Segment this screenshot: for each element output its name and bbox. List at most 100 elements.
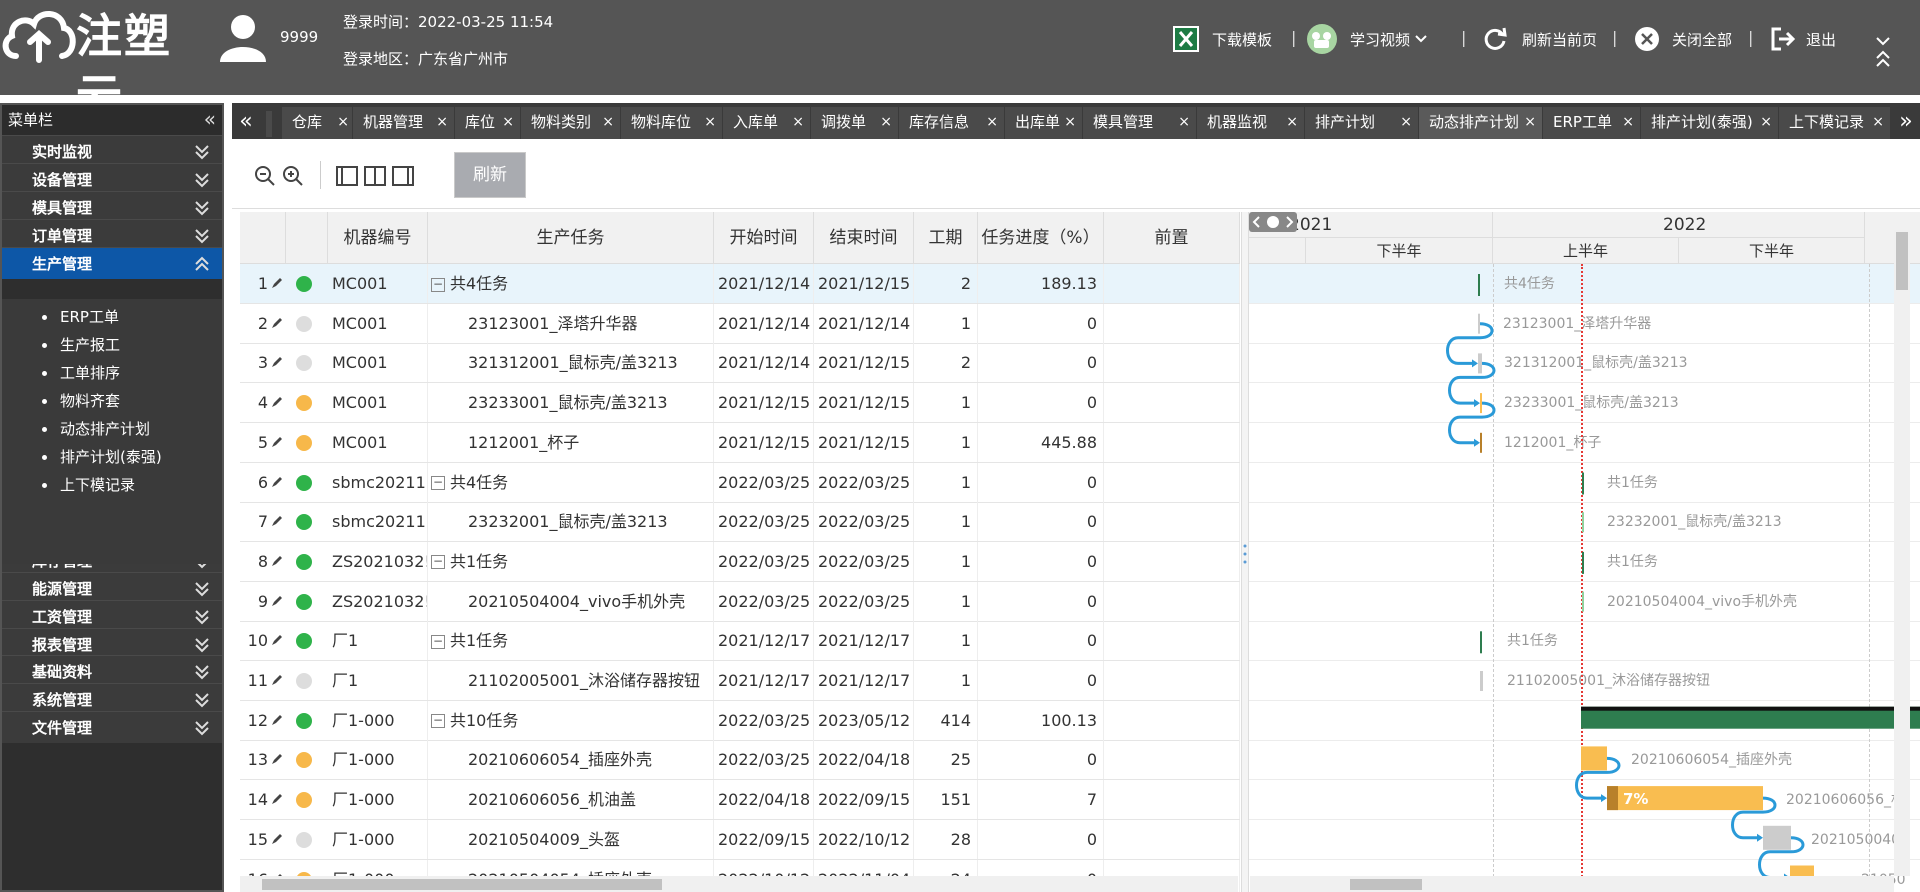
gantt-task-bar[interactable] (1763, 825, 1791, 850)
submenu-item[interactable]: 生产报工 (60, 335, 120, 355)
column-header[interactable]: 机器编号 (328, 212, 428, 264)
tab-close-icon[interactable]: × (792, 107, 804, 137)
vertical-scroll-thumb[interactable] (1896, 232, 1908, 290)
submenu-item[interactable]: 物料齐套 (60, 391, 120, 411)
tab[interactable]: 入库单 × (722, 107, 810, 139)
table-row[interactable]: 4 MC001 23233001_鼠标壳/盖3213 2021/12/15 2021/1… (240, 383, 1240, 424)
edit-pencil-icon[interactable] (270, 713, 284, 727)
table-row[interactable]: 6 sbmc20211(− 共4任务 2022/03/25 2022/03/25 1 0 (240, 462, 1240, 503)
collapse-toggle-icon[interactable]: − (431, 476, 445, 490)
edit-pencil-icon[interactable] (270, 752, 284, 766)
tab-close-icon[interactable]: × (502, 107, 514, 137)
gantt-group-bar[interactable] (1582, 472, 1584, 495)
edit-pencil-icon[interactable] (270, 633, 284, 647)
edit-pencil-icon[interactable] (270, 554, 284, 568)
collapse-toggle-icon[interactable]: − (431, 634, 445, 649)
collapse-toggle-icon[interactable]: − (431, 277, 445, 292)
tab[interactable]: 调拨单 × (810, 107, 898, 139)
gantt-scroll-thumb[interactable] (1350, 879, 1422, 890)
gantt-task-bar[interactable] (1480, 393, 1482, 414)
download-template-button[interactable]: 下载模板 (1172, 24, 1272, 54)
tab[interactable]: 排产计划 × (1304, 107, 1418, 139)
column-header[interactable]: 结束时间 (814, 212, 914, 264)
gantt-group-bar[interactable] (1582, 551, 1584, 574)
tab[interactable]: 库位 × (454, 107, 520, 139)
grid-gantt-splitter[interactable] (1241, 212, 1249, 892)
tab[interactable]: 机器监视 × (1196, 107, 1304, 139)
tab[interactable]: 库存信息 × (898, 107, 1004, 139)
table-row[interactable]: 15 厂1-000 20210504009_头盔 2022/09/15 2022/10/… (240, 819, 1240, 860)
table-row[interactable]: 14 厂1-000 20210606056_机油盖 2022/04/18 2022/09… (240, 780, 1240, 821)
gantt-task-bar[interactable] (1480, 432, 1482, 453)
column-header[interactable]: 前置 (1104, 212, 1240, 264)
gantt-task-bar[interactable] (1478, 313, 1480, 334)
table-row[interactable]: 11 厂1 21102005001_沐浴储存器按钮 2021/12/17 2021/12… (240, 661, 1240, 701)
tab-close-icon[interactable]: × (1064, 107, 1076, 137)
layout-left-icon[interactable] (334, 163, 360, 189)
submenu-item[interactable]: ERP工单 (60, 307, 119, 327)
table-row[interactable]: 2 MC001 23123001_泽塔升华器 2021/12/14 2021/12/14… (240, 303, 1240, 344)
table-row[interactable]: 9 ZS2021032! 20210504004_vivo手机外壳 2022/03/2… (240, 581, 1240, 622)
tab[interactable]: 机器管理 × (352, 107, 454, 139)
submenu-item[interactable]: 动态排产计划 (60, 419, 150, 439)
table-row[interactable]: 7 sbmc20211(23232001_鼠标壳/盖3213 2022/03/25 2… (240, 502, 1240, 543)
table-row[interactable]: 3 MC001 321312001_鼠标壳/盖3213 2021/12/14 2021/… (240, 343, 1240, 384)
layout-split-icon[interactable] (362, 163, 388, 189)
tab-close-icon[interactable]: × (986, 107, 998, 137)
user-avatar-icon[interactable] (218, 12, 268, 62)
submenu-item[interactable]: 上下模记录 (60, 475, 135, 495)
edit-pencil-icon[interactable] (270, 514, 284, 528)
refresh-button[interactable]: 刷新 (454, 152, 526, 198)
edit-pencil-icon[interactable] (270, 594, 284, 608)
close-all-button[interactable]: 关闭全部 (1634, 24, 1732, 54)
edit-pencil-icon[interactable] (270, 832, 284, 846)
tab[interactable]: 物料库位 × (620, 107, 722, 139)
tab-scroll-right-icon[interactable]: » (1892, 107, 1920, 139)
column-header[interactable] (286, 212, 328, 264)
tab-close-icon[interactable]: × (1760, 107, 1772, 137)
tab[interactable]: ERP工单 × (1542, 107, 1640, 139)
column-header[interactable]: 工期 (914, 212, 978, 264)
zoom-out-icon[interactable] (252, 163, 278, 189)
column-header[interactable]: 生产任务 (428, 212, 714, 264)
tab-close-icon[interactable]: × (1622, 107, 1634, 137)
tab[interactable]: 模具管理 × (1082, 107, 1196, 139)
logout-button[interactable]: 退出 (1770, 24, 1836, 54)
grid-scroll-thumb[interactable] (262, 879, 662, 890)
gantt-group-bar-top[interactable] (1581, 706, 1920, 711)
edit-pencil-icon[interactable] (270, 276, 284, 290)
tab[interactable]: 排产计划(泰强) × (1640, 107, 1778, 139)
column-header[interactable] (240, 212, 286, 264)
edit-pencil-icon[interactable] (270, 792, 284, 806)
tab-close-icon[interactable]: × (436, 107, 448, 137)
submenu-item[interactable]: 排产计划(泰强) (60, 447, 162, 467)
edit-pencil-icon[interactable] (270, 673, 284, 687)
tab[interactable]: 动态排产计划 × (1418, 107, 1542, 139)
table-row[interactable]: 8 ZS2021032! − 共1任务 2022/03/25 2022/03/25 1 0 (240, 541, 1240, 582)
sidebar-menu-item[interactable]: 生产管理 (2, 247, 222, 279)
collapse-toggle-icon[interactable]: − (431, 555, 445, 570)
gantt-task-bar[interactable] (1480, 671, 1483, 691)
edit-pencil-icon[interactable] (270, 355, 284, 369)
vertical-scrollbar[interactable] (1894, 230, 1910, 876)
zoom-in-icon[interactable] (280, 163, 306, 189)
table-row[interactable]: 10 厂1− 共1任务 2021/12/17 2021/12/17 1 0 (240, 621, 1240, 662)
tab-close-icon[interactable]: × (1524, 107, 1536, 137)
tab-close-icon[interactable]: × (880, 107, 892, 137)
tab-close-icon[interactable]: × (704, 107, 716, 137)
edit-pencil-icon[interactable] (270, 316, 284, 330)
column-header[interactable]: 任务进度（%） (978, 212, 1104, 264)
layout-right-icon[interactable] (390, 163, 416, 189)
collapse-toggle-icon[interactable]: − (431, 714, 445, 729)
edit-pencil-icon[interactable] (270, 435, 284, 449)
gantt-horizontal-scrollbar[interactable] (1250, 876, 1894, 892)
tab[interactable]: 出库单 × (1004, 107, 1082, 139)
tab-close-icon[interactable]: × (1286, 107, 1298, 137)
tab[interactable]: 仓库 × (281, 107, 355, 139)
grid-horizontal-scrollbar[interactable] (240, 876, 1238, 892)
tab[interactable]: 物料类别 × (520, 107, 620, 139)
tab-close-icon[interactable]: × (337, 107, 349, 137)
edit-pencil-icon[interactable] (270, 475, 284, 489)
gantt-group-bar[interactable] (1480, 631, 1482, 654)
gantt-task-progress[interactable] (1607, 786, 1618, 811)
